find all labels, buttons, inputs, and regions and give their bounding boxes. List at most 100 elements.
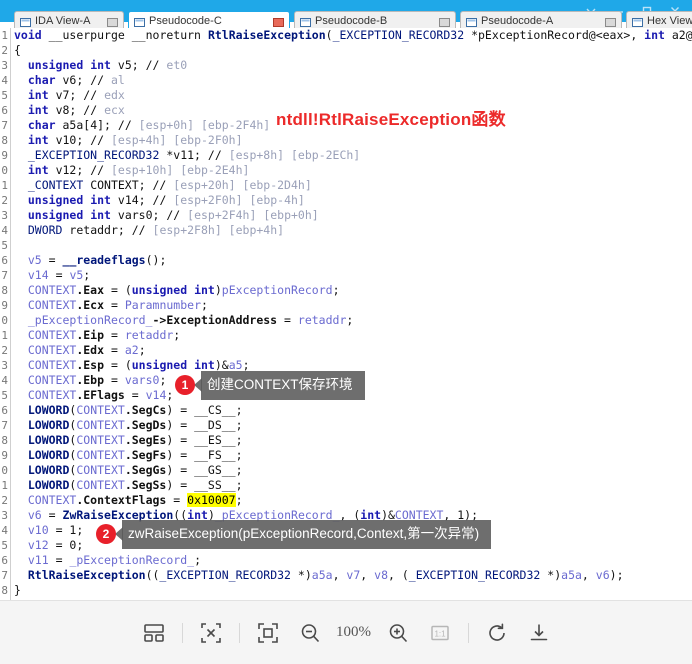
code-line: CONTEXT.Eip = retaddr; bbox=[27, 328, 181, 342]
tab-label: Pseudocode-C bbox=[149, 15, 222, 27]
tab-label: Pseudocode-B bbox=[315, 15, 388, 27]
tab-pseudocode-c[interactable]: Pseudocode-C bbox=[128, 11, 290, 28]
line-number: 6 bbox=[1, 254, 8, 267]
tab-pin-icon[interactable] bbox=[605, 18, 616, 27]
tab-label: IDA View-A bbox=[35, 15, 91, 27]
callout-badge: 1 bbox=[175, 375, 195, 395]
tab-hex-view-1[interactable]: Hex View-1 bbox=[626, 11, 692, 28]
line-number: 7 bbox=[1, 419, 8, 432]
callout-arrow-icon bbox=[194, 378, 202, 392]
code-line: unsigned int v14; // [esp+2F0h] [ebp-4h] bbox=[27, 193, 305, 207]
download-icon[interactable] bbox=[518, 613, 560, 653]
line-number: 5 bbox=[1, 89, 8, 102]
tab-pseudocode-a[interactable]: Pseudocode-A bbox=[460, 11, 622, 28]
line-number: 1 bbox=[1, 179, 8, 192]
line-number: 8 bbox=[1, 284, 8, 297]
line-number: 2 bbox=[1, 194, 8, 207]
extract-text-icon[interactable] bbox=[190, 613, 232, 653]
zoom-in-icon[interactable] bbox=[377, 613, 419, 653]
line-number: 5 bbox=[1, 239, 8, 252]
thumbnail-layout-icon[interactable] bbox=[133, 613, 175, 653]
callout-text: zwRaiseException(pExceptionRecord,Contex… bbox=[122, 519, 492, 549]
line-number: 2 bbox=[1, 344, 8, 357]
line-number-gutter: 1 2 3 4 5 6 7 8 9 0 1 2 3 4 5 6 7 8 9 0 1 2 3 4 5 6 7 8 9 0 1 2 3 4 5 6 7 8 bbox=[0, 28, 11, 601]
line-number: 6 bbox=[1, 104, 8, 117]
line-number: 6 bbox=[1, 404, 8, 417]
actual-size-icon[interactable]: 1:1 bbox=[419, 613, 461, 653]
line-number: 4 bbox=[1, 524, 8, 537]
code-line: _pExceptionRecord_->ExceptionAddress = r… bbox=[27, 313, 354, 327]
tab-ida-view-a[interactable]: IDA View-A bbox=[14, 11, 124, 28]
line-number: 8 bbox=[1, 134, 8, 147]
line-number: 1 bbox=[1, 29, 8, 42]
line-number: 8 bbox=[1, 584, 8, 597]
line-number: 7 bbox=[1, 269, 8, 282]
line-number: 3 bbox=[1, 209, 8, 222]
zoom-out-icon[interactable] bbox=[289, 613, 331, 653]
line-number: 5 bbox=[1, 539, 8, 552]
code-line: _EXCEPTION_RECORD32 *v11; // [esp+8h] [e… bbox=[27, 148, 361, 162]
line-number: 4 bbox=[1, 74, 8, 87]
code-line: unsigned int v5; // et0 bbox=[27, 58, 188, 72]
pseudocode-view[interactable]: 1 2 3 4 5 6 7 8 9 0 1 2 3 4 5 6 7 8 9 0 1 2 3 4 5 6 7 8 9 0 1 2 3 4 5 6 7 8 v… bbox=[0, 28, 692, 601]
code-line: DWORD retaddr; // [esp+2F8h] [ebp+4h] bbox=[27, 223, 285, 237]
line-number: 3 bbox=[1, 59, 8, 72]
line-number: 0 bbox=[1, 314, 8, 327]
code-line: int v10; // [esp+4h] [ebp-2F0h] bbox=[27, 133, 243, 147]
line-number: 1 bbox=[1, 479, 8, 492]
code-line: v11 = _pExceptionRecord_; bbox=[27, 553, 201, 567]
line-number: 4 bbox=[1, 374, 8, 387]
tab-pseudocode-b[interactable]: Pseudocode-B bbox=[294, 11, 456, 28]
code-line: LOWORD(CONTEXT.SegGs) = __GS__; bbox=[27, 463, 243, 477]
callout-text: 创建CONTEXT保存环境 bbox=[201, 370, 365, 400]
fit-to-screen-icon[interactable] bbox=[247, 613, 289, 653]
code-line: CONTEXT.ContextFlags = 0x10007; bbox=[27, 493, 243, 507]
line-number: 9 bbox=[1, 449, 8, 462]
code-line: int v7; // edx bbox=[27, 88, 125, 102]
pseudocode-icon bbox=[134, 18, 145, 27]
callout-2: 2 zwRaiseException(pExceptionRecord,Conte… bbox=[96, 519, 492, 549]
svg-text:1:1: 1:1 bbox=[434, 629, 446, 638]
line-number: 2 bbox=[1, 494, 8, 507]
line-number: 9 bbox=[1, 149, 8, 162]
code-line: _CONTEXT CONTEXT; // [esp+20h] [ebp-2D4h… bbox=[27, 178, 312, 192]
line-number: 1 bbox=[1, 329, 8, 342]
code-line: LOWORD(CONTEXT.SegDs) = __DS__; bbox=[27, 418, 243, 432]
hex-icon bbox=[632, 18, 643, 27]
code-line: CONTEXT.Ecx = Paramnumber; bbox=[27, 298, 208, 312]
line-number: 5 bbox=[1, 389, 8, 402]
code-line: CONTEXT.Edx = a2; bbox=[27, 343, 146, 357]
code-line: LOWORD(CONTEXT.SegSs) = __SS__; bbox=[27, 478, 243, 492]
line-number: 8 bbox=[1, 434, 8, 447]
tab-pin-icon[interactable] bbox=[107, 18, 118, 27]
code-line: v14 = v5; bbox=[27, 268, 91, 282]
code-line: LOWORD(CONTEXT.SegFs) = __FS__; bbox=[27, 448, 243, 462]
line-number: 2 bbox=[1, 44, 8, 57]
code-line: void __userpurge __noreturn RtlRaiseExce… bbox=[14, 28, 692, 42]
toolbar-separator bbox=[467, 622, 469, 643]
code-line: v5 = __readeflags(); bbox=[27, 253, 167, 267]
code-line: RtlRaiseException((_EXCEPTION_RECORD32 *… bbox=[27, 568, 624, 582]
code-line: int v12; // [esp+10h] [ebp-2E4h] bbox=[27, 163, 250, 177]
tab-pin-icon[interactable] bbox=[439, 18, 450, 27]
zoom-level-label: 100% bbox=[336, 624, 371, 640]
line-number: 6 bbox=[1, 554, 8, 567]
code-line: char v6; // al bbox=[27, 73, 125, 87]
pseudocode-icon bbox=[466, 18, 477, 27]
line-number: 7 bbox=[1, 569, 8, 582]
line-number: 9 bbox=[1, 299, 8, 312]
code-line: unsigned int vars0; // [esp+2F4h] [ebp+0… bbox=[27, 208, 319, 222]
code-line: { bbox=[14, 43, 21, 57]
code-line: LOWORD(CONTEXT.SegCs) = __CS__; bbox=[27, 403, 243, 417]
line-number: 0 bbox=[1, 464, 8, 477]
callout-badge: 2 bbox=[96, 524, 116, 544]
toolbar-separator bbox=[181, 622, 183, 643]
rotate-icon[interactable] bbox=[476, 613, 518, 653]
pseudocode-icon bbox=[300, 18, 311, 27]
code-line: CONTEXT.Eax = (unsigned int)pExceptionRe… bbox=[27, 283, 340, 297]
window-icon bbox=[20, 18, 31, 27]
line-number: 0 bbox=[1, 164, 8, 177]
tab-close-icon[interactable] bbox=[273, 18, 284, 27]
callout-arrow-icon bbox=[115, 527, 123, 541]
